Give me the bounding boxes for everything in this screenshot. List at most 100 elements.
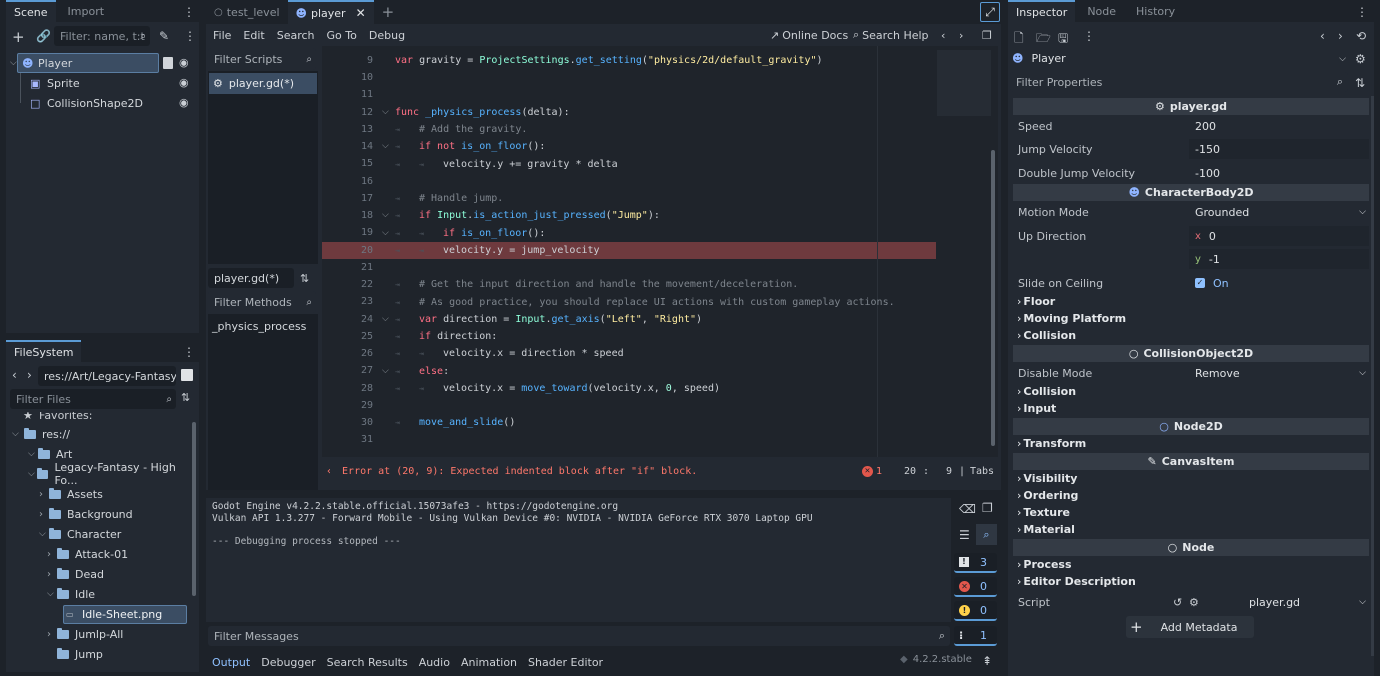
code-line[interactable]: ⇥ if direction:: [322, 328, 936, 345]
history-forward-icon[interactable]: ›: [1338, 29, 1343, 43]
tab-shader-editor[interactable]: Shader Editor: [528, 656, 603, 669]
fold-arrow-icon[interactable]: ⌵: [382, 207, 389, 224]
fold-arrow-icon[interactable]: ⌵: [382, 363, 389, 380]
group-ordering[interactable]: › Ordering: [1013, 487, 1369, 504]
add-node-icon[interactable]: +: [12, 28, 25, 46]
fold-arrow-icon[interactable]: ⌵: [382, 104, 389, 121]
scene-node-sprite[interactable]: ▣ Sprite: [30, 73, 80, 93]
code-line[interactable]: func _physics_process (delta):: [322, 104, 936, 121]
slide-on-ceiling-checkbox[interactable]: ✓ On: [1189, 273, 1369, 293]
code-line[interactable]: ⇥ # Get the input direction and handle th…: [322, 276, 936, 293]
tab-search-results[interactable]: Search Results: [327, 656, 408, 669]
code-line[interactable]: ⇥ else:: [322, 363, 936, 380]
scene-node-player-row[interactable]: ⌵ ☻ Player: [10, 53, 72, 73]
jumlp-folder-item[interactable]: › Jumlp-All: [47, 624, 123, 644]
code-line[interactable]: var gravity = ProjectSettings. get_settin…: [322, 52, 936, 69]
message-filter-button[interactable]: ! 3: [954, 553, 997, 573]
double-jump-field[interactable]: -100: [1189, 163, 1369, 183]
section-canvasitem[interactable]: ✎ CanvasItem: [1013, 453, 1369, 470]
inspector-scrollbar[interactable]: [1371, 96, 1374, 656]
code-line[interactable]: [322, 69, 936, 86]
toggle-scripts-icon[interactable]: ‹: [326, 466, 332, 477]
filter-messages-input[interactable]: Filter Messages ⌕: [208, 626, 950, 646]
scene-node-collisionshape[interactable]: □ CollisionShape2D: [30, 93, 143, 113]
info-filter-button[interactable]: ⁝ 1: [954, 626, 997, 646]
group-moving-platform[interactable]: › Moving Platform: [1013, 310, 1369, 327]
code-line[interactable]: [322, 173, 936, 190]
character-folder-item[interactable]: ⌵ Character: [39, 524, 121, 544]
more-icon[interactable]: ⋮: [1083, 29, 1095, 43]
attack-folder-item[interactable]: › Attack-01: [47, 544, 128, 564]
res-root-item[interactable]: ⌵ res://: [12, 424, 70, 444]
code-line[interactable]: ⇥ ⇥ velocity.x = move_toward (velocity.x, 0…: [322, 380, 936, 397]
fold-arrow-icon[interactable]: ⌵: [382, 225, 389, 242]
error-message[interactable]: Error at (20, 9): Expected indented bloc…: [342, 466, 697, 477]
editor-scrollbar[interactable]: [991, 150, 995, 446]
up-direction-y-field[interactable]: y -1: [1189, 249, 1369, 269]
property-options-icon[interactable]: ⇅: [1355, 76, 1365, 90]
code-line[interactable]: ⇥ # Handle jump.: [322, 190, 936, 207]
open-folder-icon[interactable]: 🗁: [1036, 29, 1051, 50]
current-script-field[interactable]: player.gd(*): [208, 268, 294, 288]
tab-test-level[interactable]: ○ test_level: [206, 0, 288, 24]
float-window-icon[interactable]: ❐: [982, 29, 992, 42]
expand-panel-icon[interactable]: ⇞: [982, 654, 992, 668]
group-collision[interactable]: › Collision: [1013, 327, 1369, 344]
section-player-gd[interactable]: ⚙ player.gd: [1013, 98, 1369, 115]
save-icon[interactable]: 🖫: [1058, 29, 1068, 50]
code-line[interactable]: ⇥ move_and_slide(): [322, 414, 936, 431]
code-line[interactable]: ⇥ # Add the gravity.: [322, 121, 936, 138]
method-list-item[interactable]: _physics_process: [212, 320, 306, 333]
code-line[interactable]: ⇥ var direction = Input. get_axis("Left", …: [322, 311, 936, 328]
search-help-button[interactable]: ⌕ Search Help: [853, 28, 929, 42]
idle-sheet-file-item[interactable]: ▭ Idle-Sheet.png: [66, 604, 162, 624]
filter-scripts-input[interactable]: Filter Scripts ⌕: [208, 48, 316, 70]
more-icon[interactable]: ⋮: [183, 345, 195, 359]
object-selector[interactable]: ☻ Player ⌵: [1012, 49, 1348, 68]
new-resource-icon[interactable]: 🗋: [1014, 29, 1024, 50]
menu-goto[interactable]: Go To: [327, 29, 357, 42]
code-line[interactable]: [322, 397, 936, 414]
tab-history[interactable]: History: [1128, 0, 1183, 22]
motion-mode-select[interactable]: Grounded ⌵: [1189, 202, 1369, 222]
history-forward-icon[interactable]: ›: [959, 29, 963, 42]
history-back-icon[interactable]: ‹: [1320, 29, 1325, 43]
code-line[interactable]: ⇥ # As good practice, you should replace …: [322, 294, 936, 311]
link-icon[interactable]: 🔗: [36, 29, 51, 43]
menu-search[interactable]: Search: [277, 29, 315, 42]
tab-output[interactable]: Output: [212, 656, 250, 669]
error-filter-button[interactable]: ✕ 0: [954, 577, 997, 597]
group-process[interactable]: › Process: [1013, 556, 1369, 573]
speed-field[interactable]: 200: [1189, 116, 1369, 136]
legacy-fantasy-folder-item[interactable]: ⌵ Legacy-Fantasy - High Fo...: [28, 461, 192, 487]
more-icon[interactable]: ⋮: [183, 5, 195, 19]
back-icon[interactable]: ‹: [12, 368, 17, 382]
section-collisionobject2d[interactable]: ○ CollisionObject2D: [1013, 345, 1369, 362]
filter-properties-input[interactable]: Filter Properties ⌕: [1010, 72, 1348, 92]
assets-folder-item[interactable]: › Assets: [39, 484, 103, 504]
clear-output-icon[interactable]: ⌫: [959, 502, 976, 516]
up-direction-x-field[interactable]: x 0: [1189, 226, 1369, 246]
jump-velocity-field[interactable]: -150: [1189, 139, 1369, 159]
idle-folder-item[interactable]: ⌵ Idle: [47, 584, 95, 604]
group-editor-description[interactable]: › Editor Description: [1013, 573, 1369, 590]
tab-filesystem[interactable]: FileSystem: [6, 340, 82, 362]
filter-methods-input[interactable]: Filter Methods ⌕: [208, 291, 316, 313]
disable-mode-select[interactable]: Remove ⌵: [1189, 363, 1369, 383]
group-collision-layers[interactable]: › Collision: [1013, 383, 1369, 400]
add-metadata-button[interactable]: + Add Metadata: [1126, 616, 1254, 638]
tab-scene[interactable]: Scene: [6, 0, 56, 22]
section-node2d[interactable]: ○ Node2D: [1013, 418, 1369, 435]
new-tab-icon[interactable]: +: [374, 0, 403, 24]
visibility-icon[interactable]: ◉: [179, 76, 189, 89]
menu-debug[interactable]: Debug: [369, 29, 405, 42]
chevron-down-icon[interactable]: ⌵: [10, 58, 22, 68]
group-floor[interactable]: › Floor: [1013, 293, 1369, 310]
revert-icon[interactable]: ↺: [1173, 596, 1189, 609]
background-folder-item[interactable]: › Background: [39, 504, 133, 524]
filesystem-scrollbar[interactable]: [192, 422, 196, 596]
error-count[interactable]: 1: [876, 466, 882, 477]
script-list-item[interactable]: ⚙ player.gd(*): [209, 73, 317, 94]
script-resource-picker[interactable]: player.gd ⌵: [1209, 592, 1369, 612]
fold-arrow-icon[interactable]: ⌵: [382, 311, 389, 328]
